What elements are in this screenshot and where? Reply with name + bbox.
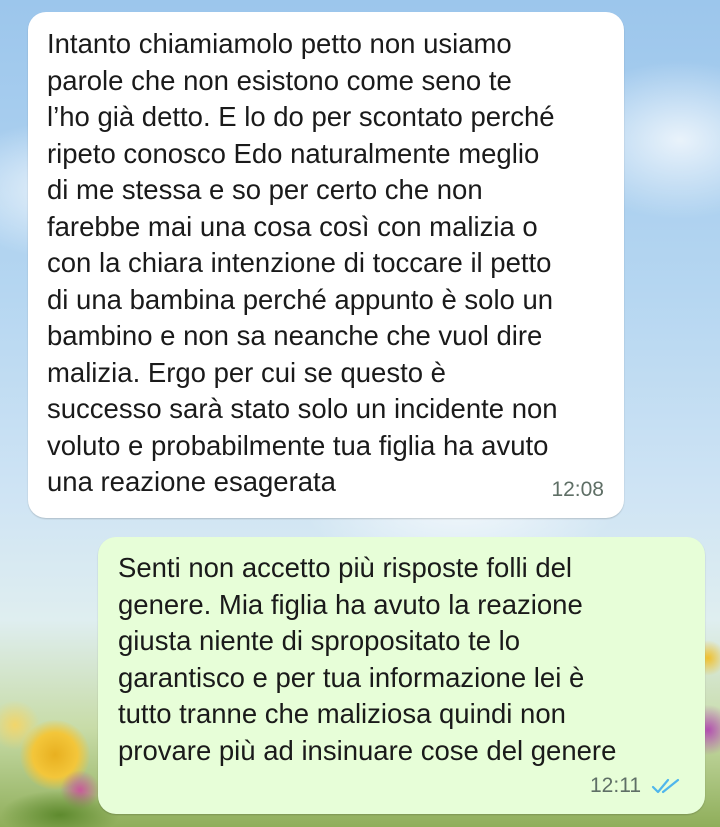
message-timestamp: 12:11	[590, 773, 641, 797]
message-text: Senti non accetto più risposte folli del…	[118, 552, 617, 766]
outgoing-message-bubble[interactable]: Senti non accetto più risposte folli del…	[98, 537, 705, 814]
message-text: Intanto chiamiamolo petto non usiamo par…	[47, 28, 558, 497]
message-meta: 12:11	[590, 768, 681, 805]
incoming-message-bubble[interactable]: Intanto chiamiamolo petto non usiamo par…	[28, 12, 624, 518]
message-timestamp: 12:08	[551, 477, 604, 501]
double-check-read-icon	[651, 778, 680, 793]
message-meta: 12:08	[551, 472, 604, 509]
